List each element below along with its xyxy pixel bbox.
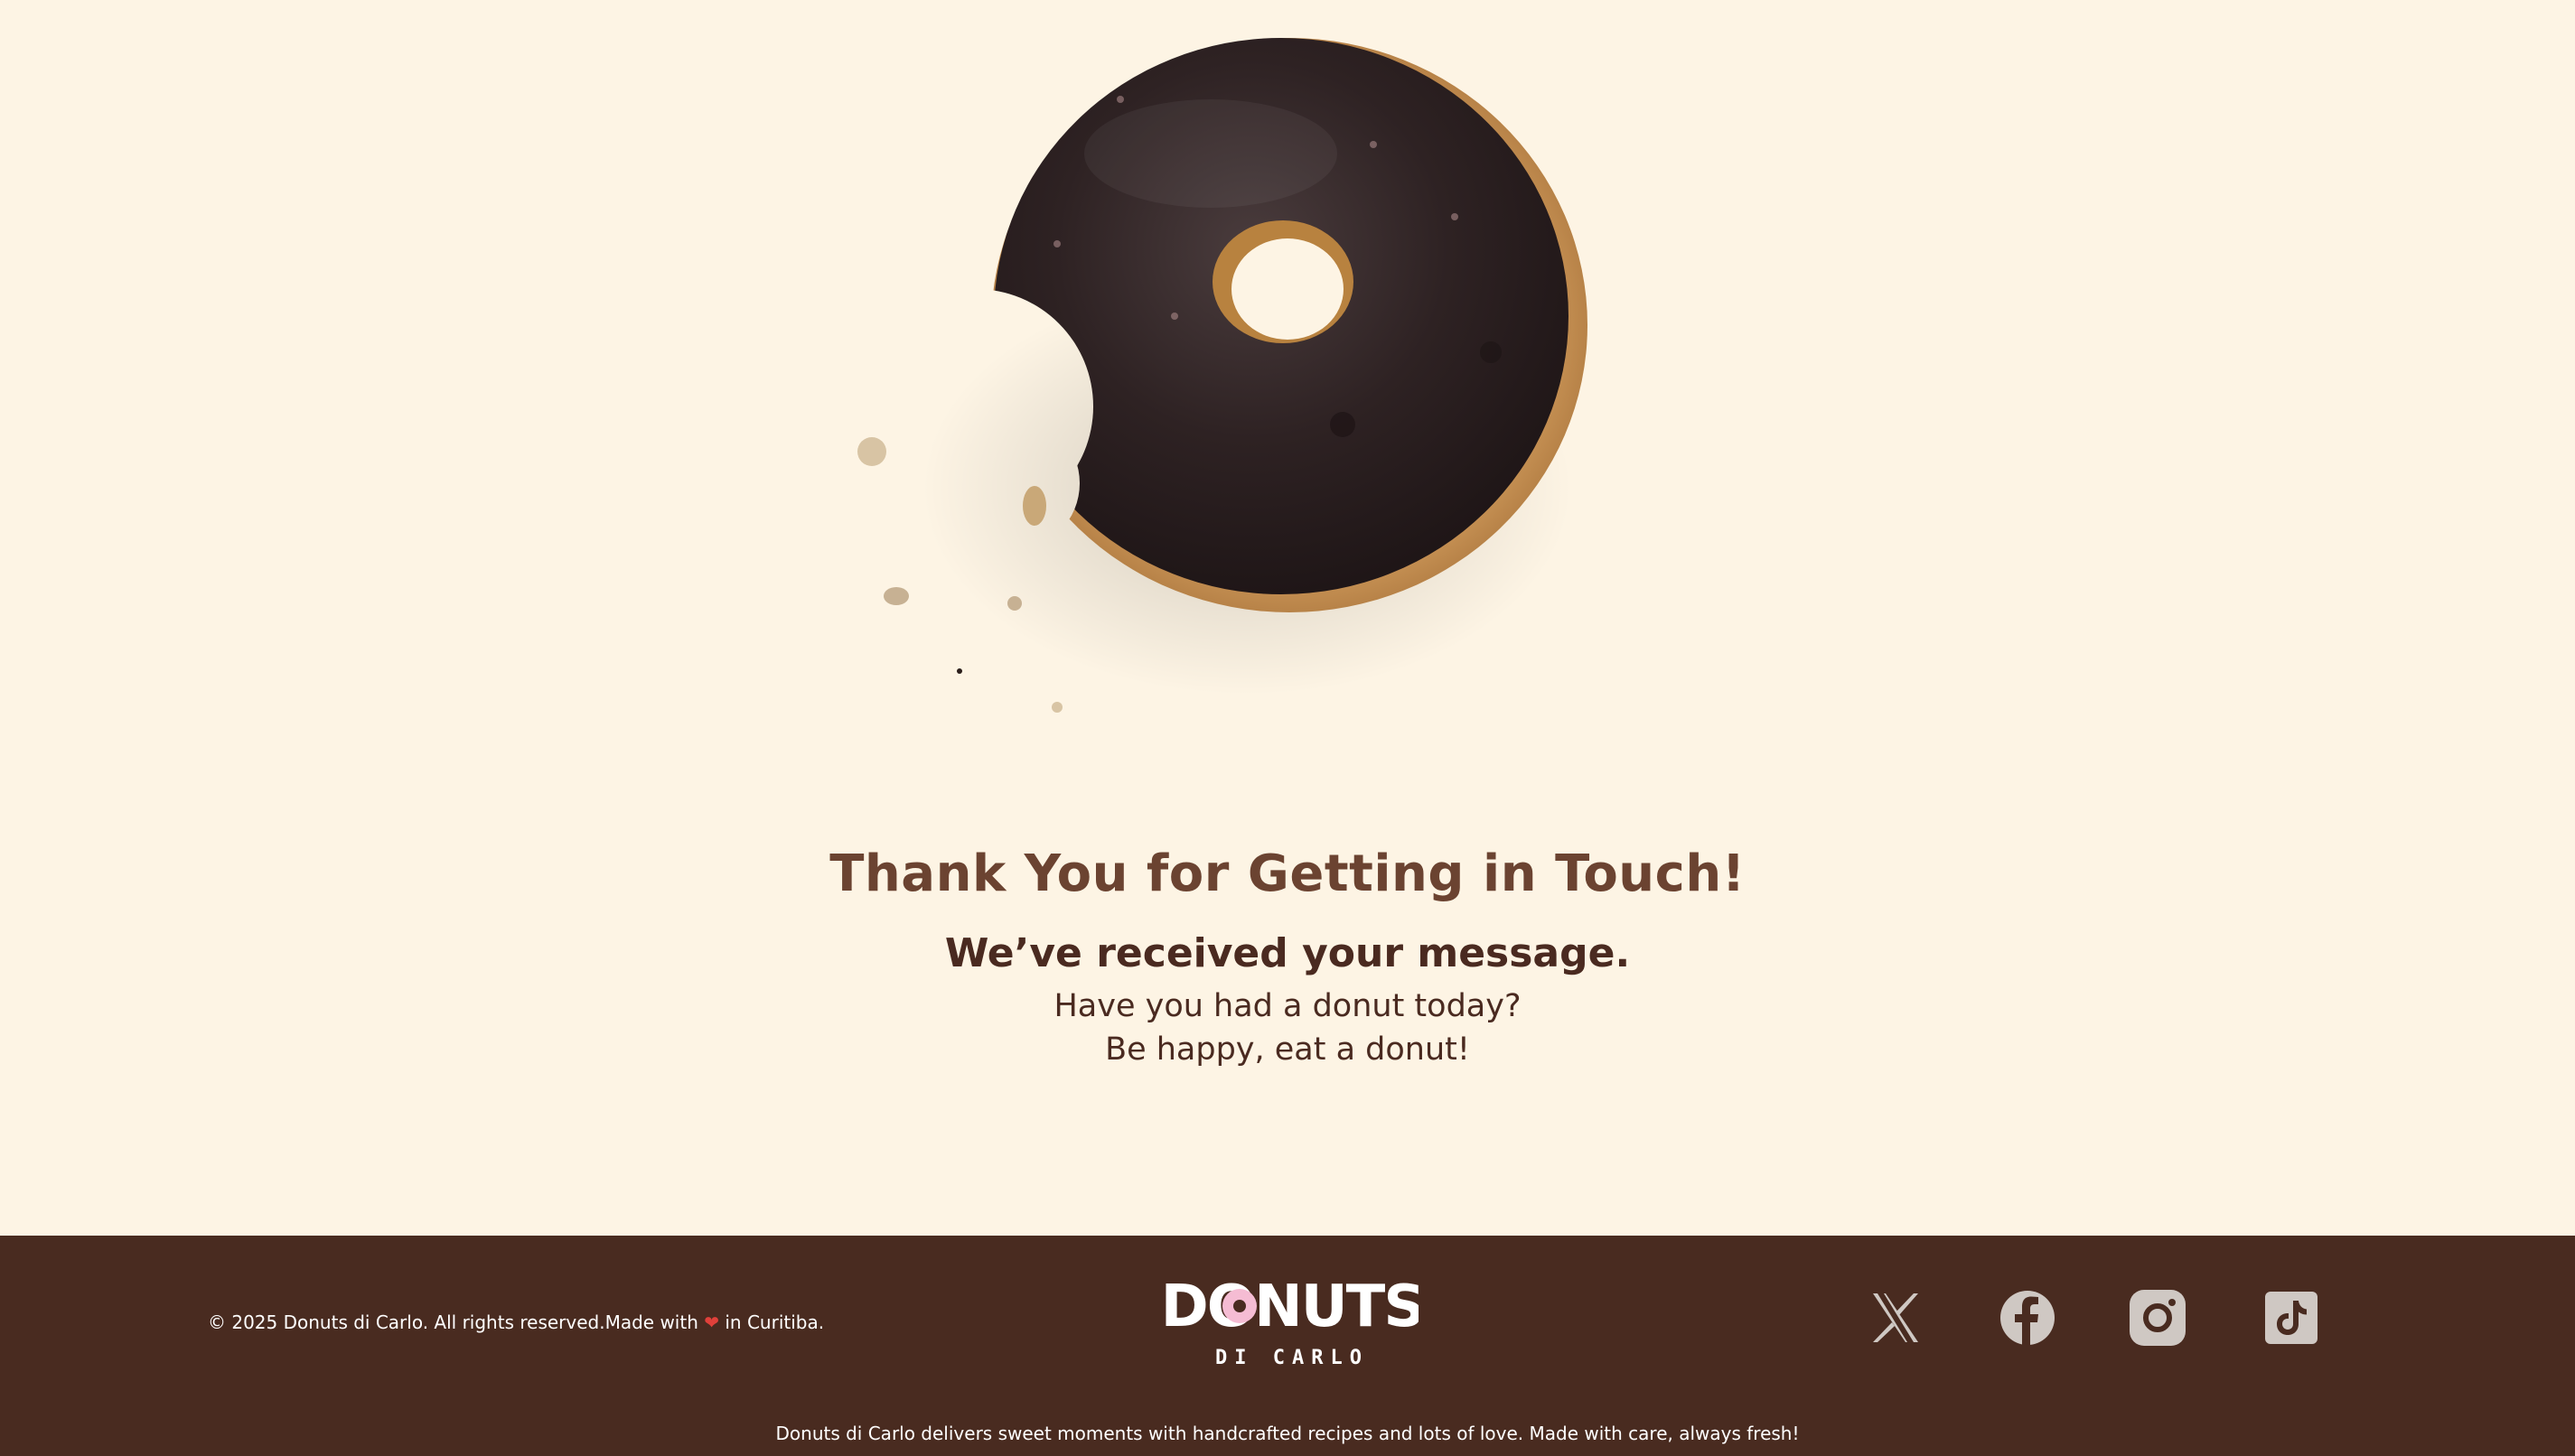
donut-image [831,18,1644,723]
instagram-icon[interactable] [2128,1288,2187,1348]
footer-tagline: Donuts di Carlo delivers sweet moments w… [775,1423,1800,1444]
copyright-suffix: in Curitiba. [725,1311,825,1333]
be-happy-text: Be happy, eat a donut! [1105,1031,1470,1068]
received-message-subheading: We’ve received your message. [944,930,1631,976]
logo-main-text: DONUTS [1166,1274,1419,1340]
x-icon[interactable] [1866,1288,1925,1348]
tiktok-icon[interactable] [2261,1288,2321,1348]
heart-icon: ❤ [704,1311,720,1333]
hero-section: Thank You for Getting in Touch! We’ve re… [0,0,2575,1236]
copyright-prefix: © 2025 Donuts di Carlo. All rights reser… [208,1311,698,1333]
copyright-text: © 2025 Donuts di Carlo. All rights reser… [208,1311,824,1333]
site-footer: © 2025 Donuts di Carlo. All rights reser… [0,1236,2575,1456]
facebook-icon[interactable] [1998,1288,2057,1348]
logo-sub-text: DI CARLO [1215,1347,1369,1369]
thank-you-heading: Thank You for Getting in Touch! [829,845,1746,903]
donut-question-text: Have you had a donut today? [1053,988,1522,1024]
donuts-di-carlo-logo[interactable]: DONUTS DI CARLO [1161,1270,1426,1378]
